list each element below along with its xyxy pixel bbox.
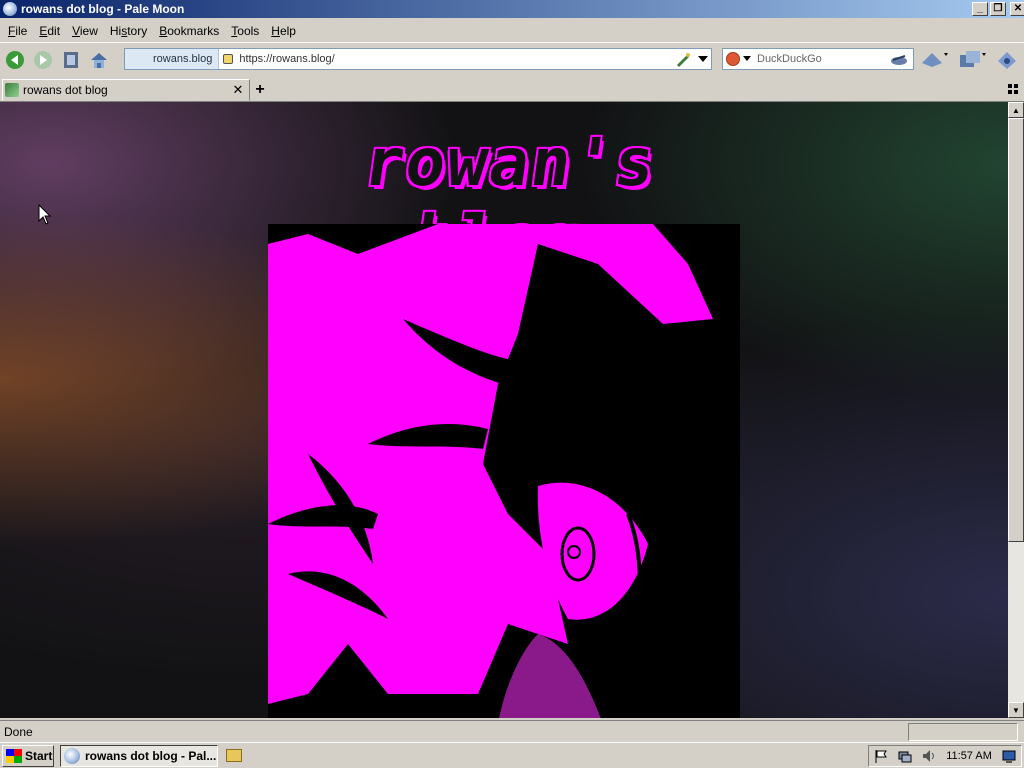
mouse-cursor-icon <box>38 204 52 225</box>
search-bar[interactable]: DuckDuckGo <box>722 48 914 70</box>
window-controls: _ ❐ ✕ <box>972 2 1024 16</box>
status-bar: Done <box>0 720 1024 742</box>
taskbar: Start rowans dot blog - Pal... 11:57 AM <box>0 742 1024 768</box>
home-icon <box>91 52 107 68</box>
show-desktop-icon[interactable] <box>1002 749 1016 763</box>
page-content[interactable]: rowan's blog <box>0 102 1008 718</box>
menu-view[interactable]: View <box>66 22 104 40</box>
system-tray: 11:57 AM <box>868 745 1022 767</box>
new-tab-button[interactable]: + <box>252 80 268 100</box>
tab-label: rowans dot blog <box>23 83 108 97</box>
close-tab-icon[interactable]: ✕ <box>231 82 245 98</box>
volume-icon[interactable] <box>922 749 936 763</box>
bookmark-star-icon[interactable] <box>675 51 691 67</box>
status-text: Done <box>4 724 33 739</box>
menu-tools[interactable]: Tools <box>225 22 265 40</box>
site-identity-label: rowans.blog <box>153 53 213 65</box>
menu-bookmarks[interactable]: Bookmarks <box>153 22 225 40</box>
search-input[interactable]: DuckDuckGo <box>757 53 889 65</box>
back-button[interactable] <box>2 47 28 73</box>
tab-list-icon[interactable] <box>1008 84 1018 94</box>
addon-icon[interactable] <box>996 49 1018 71</box>
start-button[interactable]: Start <box>2 744 54 767</box>
scroll-down-button[interactable]: ▼ <box>1008 702 1024 718</box>
windows-menu-icon[interactable] <box>958 49 986 71</box>
moon-extensions-icon[interactable] <box>920 49 948 71</box>
flag-icon[interactable] <box>874 749 888 763</box>
pale-moon-icon <box>3 2 17 16</box>
forward-button[interactable] <box>30 47 56 73</box>
toolbar-extra-buttons <box>920 49 1018 71</box>
window-title: rowans dot blog - Pale Moon <box>21 2 185 16</box>
character-illustration <box>268 224 740 718</box>
url-bar-end <box>671 51 711 67</box>
home-button[interactable] <box>86 47 112 73</box>
url-input[interactable]: https://rowans.blog/ <box>237 53 671 65</box>
search-go-icon[interactable] <box>889 52 909 66</box>
reload-button[interactable] <box>58 47 84 73</box>
menu-history[interactable]: History <box>104 22 153 40</box>
scroll-up-button[interactable]: ▲ <box>1008 102 1024 118</box>
network-icon[interactable] <box>898 749 912 763</box>
minimize-button[interactable]: _ <box>972 2 988 16</box>
menu-file[interactable]: File <box>2 22 33 40</box>
duckduckgo-icon[interactable] <box>726 52 740 66</box>
menu-bar: File Edit View History Bookmarks Tools H… <box>0 20 1024 42</box>
clock[interactable]: 11:57 AM <box>946 750 992 762</box>
tab-favicon-icon <box>5 83 19 97</box>
back-arrow-icon <box>6 50 24 69</box>
url-dropdown-icon[interactable] <box>697 55 708 63</box>
taskbar-window-button[interactable]: rowans dot blog - Pal... <box>60 744 218 767</box>
vertical-scrollbar[interactable]: ▲ ▼ <box>1008 102 1024 718</box>
scroll-thumb[interactable] <box>1008 118 1024 542</box>
menu-edit[interactable]: Edit <box>33 22 66 40</box>
taskbar-window-label: rowans dot blog - Pal... <box>85 748 217 763</box>
menu-help[interactable]: Help <box>265 22 302 40</box>
start-label: Start <box>25 748 53 763</box>
restore-button[interactable]: ❐ <box>990 2 1006 16</box>
pale-moon-task-icon <box>64 747 80 764</box>
tab-rowans-blog[interactable]: rowans dot blog ✕ <box>2 79 250 101</box>
navigation-toolbar: rowans.blog https://rowans.blog/ DuckDuc… <box>0 42 1024 76</box>
status-panel <box>908 723 1018 741</box>
title-bar: rowans dot blog - Pale Moon _ ❐ ✕ <box>0 0 1024 18</box>
lock-icon <box>223 54 234 64</box>
header-artwork <box>268 224 740 718</box>
site-identity-button[interactable]: rowans.blog <box>125 49 220 69</box>
windows-logo-icon <box>6 748 22 763</box>
forward-arrow-icon <box>34 50 52 69</box>
tab-bar: rowans dot blog ✕ + <box>0 78 1024 102</box>
search-engine-dropdown-icon[interactable] <box>743 56 751 62</box>
folder-icon[interactable] <box>226 749 242 762</box>
url-bar[interactable]: rowans.blog https://rowans.blog/ <box>124 48 712 70</box>
close-window-button[interactable]: ✕ <box>1010 2 1024 16</box>
reload-icon <box>64 51 78 68</box>
